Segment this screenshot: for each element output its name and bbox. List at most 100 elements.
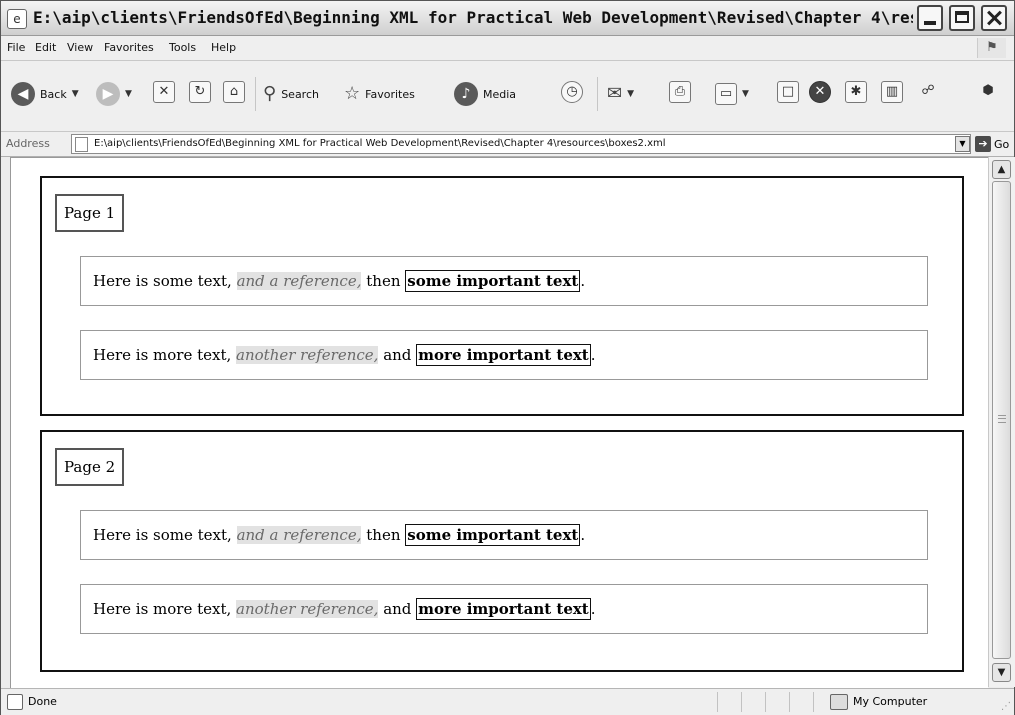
reference-text: and a reference, xyxy=(236,526,362,544)
toolbar-separator xyxy=(255,77,256,111)
paragraph-text: then xyxy=(361,526,406,544)
stop-icon[interactable]: ✕ xyxy=(153,81,175,103)
status-divider xyxy=(813,692,814,712)
page-label: Page 1 xyxy=(55,194,125,232)
research-icon[interactable]: ✱ xyxy=(845,81,867,103)
reference-text: and a reference, xyxy=(236,272,362,290)
scroll-down-button[interactable]: ▼ xyxy=(992,663,1011,682)
important-text: more important text xyxy=(416,598,591,620)
grip-icon xyxy=(998,415,1006,423)
menu-edit[interactable]: Edit xyxy=(35,40,56,56)
menu-view[interactable]: View xyxy=(67,40,93,56)
paragraph-text: . xyxy=(580,272,586,290)
important-text: more important text xyxy=(416,344,591,366)
paragraph-text: . xyxy=(590,346,596,364)
media-button[interactable]: ♪ Media xyxy=(454,79,516,109)
search-icon: ⚲ xyxy=(263,83,277,104)
home-icon[interactable]: ⌂ xyxy=(223,81,245,103)
go-label: Go xyxy=(994,137,1010,151)
standard-toolbar: ◀ Back ▼ ▶ ▼ ✕ ↻ ⌂ ⚲ Search ☆ Favorites … xyxy=(1,61,1014,132)
forward-arrow-icon: ▶ xyxy=(96,82,120,106)
block-icon[interactable]: ✕ xyxy=(809,81,831,103)
status-divider xyxy=(741,692,742,712)
paragraph-text: Here is some text, xyxy=(93,526,237,544)
address-bar: Address E:\aip\clients\FriendsOfEd\Begin… xyxy=(1,132,1014,157)
page-box: Page 1 Here is some text, and a referenc… xyxy=(40,176,964,416)
menu-favorites[interactable]: Favorites xyxy=(104,40,154,56)
go-button[interactable]: ➔ Go xyxy=(975,135,1009,153)
paragraph-text: and xyxy=(378,346,417,364)
favorites-label: Favorites xyxy=(365,87,415,101)
address-dropdown-icon[interactable]: ▼ xyxy=(955,136,970,152)
favorites-star-icon: ☆ xyxy=(344,83,361,104)
address-input[interactable]: E:\aip\clients\FriendsOfEd\Beginning XML… xyxy=(71,134,971,154)
discuss-icon[interactable]: □ xyxy=(777,81,799,103)
reference-text: another reference, xyxy=(236,346,379,364)
xml-document-icon xyxy=(75,137,88,152)
refresh-icon[interactable]: ↻ xyxy=(189,81,211,103)
toolbar-separator xyxy=(597,77,598,111)
status-divider xyxy=(765,692,766,712)
menu-file[interactable]: File xyxy=(7,40,25,56)
paragraph-text: . xyxy=(580,526,586,544)
menu-help[interactable]: Help xyxy=(211,40,236,56)
paragraph-text: then xyxy=(361,272,406,290)
go-arrow-icon: ➔ xyxy=(975,136,991,152)
media-icon: ♪ xyxy=(454,82,478,106)
page-label: Page 2 xyxy=(55,448,125,486)
edit-button[interactable]: ▭ ▼ xyxy=(715,79,749,109)
edit-icon: ▭ xyxy=(715,83,737,105)
menu-tools[interactable]: Tools xyxy=(169,40,196,56)
maximize-button[interactable] xyxy=(949,5,975,31)
mail-icon: ✉ xyxy=(607,83,623,104)
search-label: Search xyxy=(281,87,319,101)
status-bar: Done My Computer ⋰ xyxy=(1,688,1014,715)
resize-grip-icon[interactable]: ⋰ xyxy=(1001,701,1011,712)
page-box: Page 2 Here is some text, and a referenc… xyxy=(40,430,964,672)
title-bar[interactable]: e E:\aip\clients\FriendsOfEd\Beginning X… xyxy=(1,1,1014,36)
ie-icon[interactable]: e xyxy=(7,9,27,29)
edit-dropdown-icon[interactable]: ▼ xyxy=(742,89,749,99)
paragraph-box: Here is more text, another reference, an… xyxy=(80,330,928,380)
paragraph-box: Here is some text, and a reference, then… xyxy=(80,256,928,306)
mail-dropdown-icon[interactable]: ▼ xyxy=(627,89,634,99)
scroll-thumb[interactable] xyxy=(992,181,1011,659)
window-title: E:\aip\clients\FriendsOfEd\Beginning XML… xyxy=(33,8,913,27)
document-viewport[interactable]: Page 1 Here is some text, and a referenc… xyxy=(10,157,988,688)
menu-bar: File Edit View Favorites Tools Help ⚑ xyxy=(1,36,1014,61)
paragraph-text: Here is more text, xyxy=(93,600,237,618)
computer-zone-icon xyxy=(830,694,848,710)
back-label: Back xyxy=(40,87,67,101)
messenger-icon[interactable]: ☍ xyxy=(917,81,939,103)
status-divider xyxy=(717,692,718,712)
print-icon[interactable]: ⎙ xyxy=(669,81,691,103)
paragraph-box: Here is some text, and a reference, then… xyxy=(80,510,928,560)
paragraph-text: Here is some text, xyxy=(93,272,237,290)
acrobat-icon[interactable]: ⬢ xyxy=(977,81,999,103)
back-dropdown-icon[interactable]: ▼ xyxy=(72,89,79,99)
favorites-button[interactable]: ☆ Favorites xyxy=(344,79,415,109)
status-text: Done xyxy=(28,695,57,708)
status-divider xyxy=(789,692,790,712)
vertical-scrollbar[interactable]: ▲ ▼ xyxy=(988,157,1015,687)
paragraph-text: Here is more text, xyxy=(93,346,237,364)
back-arrow-icon: ◀ xyxy=(11,82,35,106)
forward-dropdown-icon[interactable]: ▼ xyxy=(125,89,132,99)
mail-button[interactable]: ✉ ▼ xyxy=(607,79,634,109)
security-zone-text: My Computer xyxy=(853,695,928,708)
history-icon[interactable]: ◷ xyxy=(561,81,583,103)
scroll-up-button[interactable]: ▲ xyxy=(992,160,1011,179)
close-button[interactable] xyxy=(981,5,1007,31)
search-button[interactable]: ⚲ Search xyxy=(263,79,319,109)
reference-text: another reference, xyxy=(236,600,379,618)
paragraph-text: and xyxy=(378,600,417,618)
address-label: Address xyxy=(6,137,50,150)
paragraph-box: Here is more text, another reference, an… xyxy=(80,584,928,634)
paragraph-text: . xyxy=(590,600,596,618)
forward-button[interactable]: ▶ ▼ xyxy=(96,79,132,109)
back-button[interactable]: ◀ Back ▼ xyxy=(11,79,79,109)
minimize-button[interactable] xyxy=(917,5,943,31)
address-value: E:\aip\clients\FriendsOfEd\Beginning XML… xyxy=(94,138,666,149)
important-text: some important text xyxy=(405,524,581,546)
bookshelf-icon[interactable]: ▥ xyxy=(881,81,903,103)
